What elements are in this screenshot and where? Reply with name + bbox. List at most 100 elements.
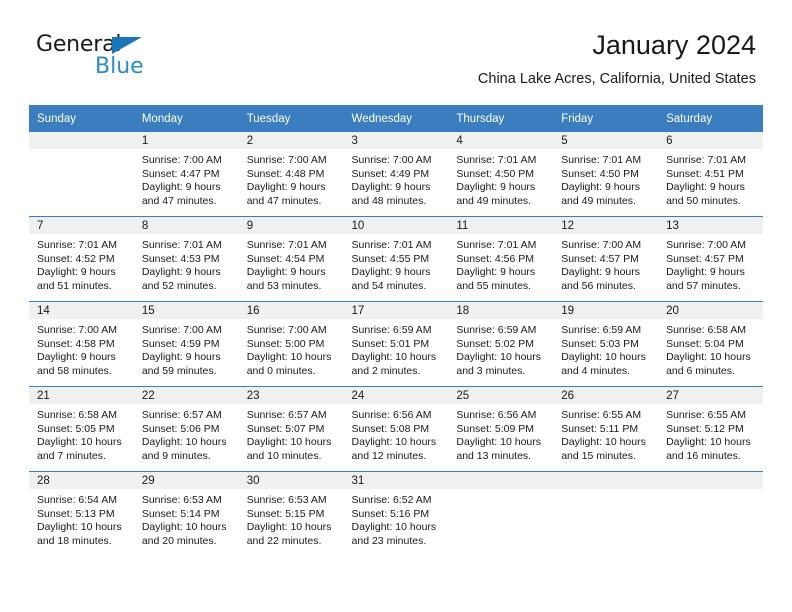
calendar-day-cell[interactable]: 29 Sunrise: 6:53 AM Sunset: 5:14 PM Dayligh… [133, 471, 239, 556]
calendar-day-cell[interactable]: 28 Sunrise: 6:54 AM Sunset: 5:13 PM Dayligh… [29, 471, 134, 556]
day-number: 26 [553, 387, 659, 404]
day-number: 20 [658, 302, 763, 319]
daylight-text-line1: Daylight: 9 hours [351, 181, 431, 194]
calendar-day-cell[interactable]: 4 Sunrise: 7:01 AM Sunset: 4:50 PM Daylight… [448, 132, 554, 217]
brand-logo[interactable]: General Blue [36, 32, 216, 88]
calendar-day-cell[interactable]: 13 Sunrise: 7:00 AM Sunset: 4:57 PM Dayligh… [658, 216, 763, 302]
sunrise-text: Sunrise: 7:01 AM [37, 239, 117, 251]
sunrise-text: Sunrise: 7:00 AM [246, 324, 327, 336]
sunrise-text: Sunrise: 6:57 AM [246, 409, 327, 421]
calendar-day-cell[interactable]: 25 Sunrise: 6:56 AM Sunset: 5:09 PM Dayligh… [448, 386, 554, 472]
day-cell-inner: 21 Sunrise: 6:58 AM Sunset: 5:05 PM Dayligh… [29, 387, 134, 471]
calendar-day-cell[interactable]: 12 Sunrise: 7:00 AM Sunset: 4:57 PM Dayligh… [553, 216, 659, 302]
sunset-text: Sunset: 4:52 PM [37, 252, 115, 265]
daylight-text-line2: and 18 minutes. [37, 534, 112, 547]
day-cell-inner: 27 Sunrise: 6:55 AM Sunset: 5:12 PM Dayligh… [658, 387, 763, 471]
day-number: 21 [29, 387, 134, 404]
day-cell-inner [29, 132, 134, 216]
sunset-text: Sunset: 4:56 PM [456, 252, 535, 265]
weekday-header-row: Sunday Monday Tuesday Wednesday Thursday… [29, 105, 763, 132]
calendar-day-cell[interactable]: 31 Sunrise: 6:52 AM Sunset: 5:16 PM Dayligh… [343, 471, 449, 556]
calendar-day-cell[interactable]: 27 Sunrise: 6:55 AM Sunset: 5:12 PM Dayligh… [658, 386, 763, 472]
sunset-text: Sunset: 5:16 PM [351, 507, 430, 520]
day-cell-inner: 20 Sunrise: 6:58 AM Sunset: 5:04 PM Dayligh… [658, 302, 763, 386]
daylight-text-line2: and 53 minutes. [246, 279, 322, 292]
day-details: Sunrise: 6:59 AM Sunset: 5:01 PM Daylight:… [344, 319, 449, 378]
daylight-text-line1: Daylight: 10 hours [37, 521, 122, 534]
daylight-text-line1: Daylight: 9 hours [666, 266, 745, 279]
sunrise-text: Sunrise: 6:59 AM [561, 324, 642, 336]
calendar-day-cell[interactable]: 7 Sunrise: 7:01 AM Sunset: 4:52 PM Daylight… [29, 216, 134, 302]
sunrise-text: Sunrise: 7:00 AM [666, 239, 747, 251]
calendar-day-cell[interactable]: 17 Sunrise: 6:59 AM Sunset: 5:01 PM Dayligh… [343, 301, 449, 387]
day-cell-inner [658, 472, 763, 556]
page-subtitle: China Lake Acres, California, United Sta… [477, 71, 756, 87]
calendar-day-cell[interactable]: 19 Sunrise: 6:59 AM Sunset: 5:03 PM Dayligh… [553, 301, 659, 387]
calendar-day-cell[interactable]: 10 Sunrise: 7:01 AM Sunset: 4:55 PM Dayligh… [343, 216, 449, 302]
day-number: 12 [553, 217, 659, 234]
calendar-day-cell[interactable]: 8 Sunrise: 7:01 AM Sunset: 4:53 PM Daylight… [133, 216, 239, 302]
day-details: Sunrise: 7:01 AM Sunset: 4:55 PM Daylight:… [344, 234, 449, 293]
day-cell-inner: 3 Sunrise: 7:00 AM Sunset: 4:49 PM Daylight… [343, 132, 449, 216]
day-details: Sunrise: 6:56 AM Sunset: 5:08 PM Daylight:… [344, 404, 449, 463]
daylight-text-line2: and 59 minutes. [141, 364, 217, 377]
weekday-header-monday: Monday [133, 105, 239, 132]
calendar-day-cell[interactable]: 3 Sunrise: 7:00 AM Sunset: 4:49 PM Daylight… [343, 132, 449, 217]
daylight-text-line1: Daylight: 9 hours [666, 181, 745, 194]
daylight-text-line2: and 48 minutes. [351, 194, 427, 207]
day-cell-inner: 15 Sunrise: 7:00 AM Sunset: 4:59 PM Dayligh… [133, 302, 239, 386]
sunrise-text: Sunrise: 6:56 AM [456, 409, 537, 421]
calendar-day-cell[interactable]: 2 Sunrise: 7:00 AM Sunset: 4:48 PM Daylight… [238, 132, 344, 217]
calendar-day-cell[interactable]: 15 Sunrise: 7:00 AM Sunset: 4:59 PM Dayligh… [133, 301, 239, 387]
calendar-day-cell[interactable]: 26 Sunrise: 6:55 AM Sunset: 5:11 PM Dayligh… [553, 386, 659, 472]
calendar-day-cell[interactable]: 23 Sunrise: 6:57 AM Sunset: 5:07 PM Dayligh… [238, 386, 344, 472]
calendar-day-cell[interactable]: 5 Sunrise: 7:01 AM Sunset: 4:50 PM Daylight… [553, 132, 659, 217]
calendar-day-cell[interactable]: 22 Sunrise: 6:57 AM Sunset: 5:06 PM Dayligh… [133, 386, 239, 472]
calendar-day-cell[interactable]: 21 Sunrise: 6:58 AM Sunset: 5:05 PM Dayligh… [29, 386, 134, 472]
sunrise-text: Sunrise: 7:01 AM [666, 154, 747, 166]
daylight-text-line1: Daylight: 9 hours [246, 266, 326, 279]
calendar-week-row: 28 Sunrise: 6:54 AM Sunset: 5:13 PM Dayligh… [29, 471, 763, 556]
daylight-text-line1: Daylight: 9 hours [246, 181, 326, 194]
calendar-day-cell[interactable]: 6 Sunrise: 7:01 AM Sunset: 4:51 PM Daylight… [658, 132, 763, 217]
calendar-day-cell[interactable]: 20 Sunrise: 6:58 AM Sunset: 5:04 PM Dayligh… [658, 301, 763, 387]
sunset-text: Sunset: 5:14 PM [141, 507, 220, 520]
weekday-header-friday: Friday [553, 105, 659, 132]
sunset-text: Sunset: 4:57 PM [561, 252, 639, 265]
sunset-text: Sunset: 4:53 PM [141, 252, 220, 265]
calendar-day-cell[interactable]: 18 Sunrise: 6:59 AM Sunset: 5:02 PM Dayligh… [448, 301, 554, 387]
day-number: 17 [343, 302, 449, 319]
sunrise-text: Sunrise: 6:59 AM [351, 324, 432, 336]
day-number [553, 472, 659, 489]
calendar-day-cell[interactable]: 1 Sunrise: 7:00 AM Sunset: 4:47 PM Daylight… [133, 132, 239, 217]
calendar-day-cell[interactable]: 11 Sunrise: 7:01 AM Sunset: 4:56 PM Dayligh… [448, 216, 554, 302]
sunset-text: Sunset: 5:01 PM [351, 337, 430, 350]
day-number: 25 [448, 387, 554, 404]
calendar-day-cell[interactable]: 14 Sunrise: 7:00 AM Sunset: 4:58 PM Dayligh… [29, 301, 134, 387]
calendar-day-cell[interactable]: 24 Sunrise: 6:56 AM Sunset: 5:08 PM Dayligh… [343, 386, 449, 472]
calendar-day-cell[interactable]: 9 Sunrise: 7:01 AM Sunset: 4:54 PM Daylight… [238, 216, 344, 302]
weekday-header-sunday: Sunday [29, 105, 134, 132]
sunrise-text: Sunrise: 7:00 AM [351, 154, 432, 166]
calendar-day-cell[interactable]: 16 Sunrise: 7:00 AM Sunset: 5:00 PM Dayligh… [238, 301, 344, 387]
day-cell-inner: 14 Sunrise: 7:00 AM Sunset: 4:58 PM Dayligh… [29, 302, 134, 386]
day-number: 18 [448, 302, 554, 319]
day-details: Sunrise: 7:01 AM Sunset: 4:56 PM Daylight:… [448, 234, 553, 293]
calendar-day-cell[interactable]: 30 Sunrise: 6:53 AM Sunset: 5:15 PM Dayligh… [238, 471, 344, 556]
daylight-text-line2: and 7 minutes. [37, 449, 106, 462]
day-number: 14 [29, 302, 134, 319]
day-number: 5 [553, 132, 659, 149]
day-cell-inner: 26 Sunrise: 6:55 AM Sunset: 5:11 PM Dayligh… [553, 387, 659, 471]
daylight-text-line1: Daylight: 10 hours [246, 521, 332, 534]
sunrise-text: Sunrise: 6:56 AM [351, 409, 432, 421]
sunset-text: Sunset: 4:49 PM [351, 167, 430, 180]
day-cell-inner: 16 Sunrise: 7:00 AM Sunset: 5:00 PM Dayligh… [238, 302, 344, 386]
daylight-text-line2: and 2 minutes. [351, 364, 421, 377]
day-number: 8 [133, 217, 239, 234]
sunset-text: Sunset: 4:50 PM [456, 167, 535, 180]
calendar-day-cell [448, 471, 554, 556]
daylight-text-line1: Daylight: 10 hours [351, 521, 437, 534]
sunrise-text: Sunrise: 7:00 AM [561, 239, 642, 251]
day-number: 11 [448, 217, 554, 234]
day-number: 15 [133, 302, 239, 319]
